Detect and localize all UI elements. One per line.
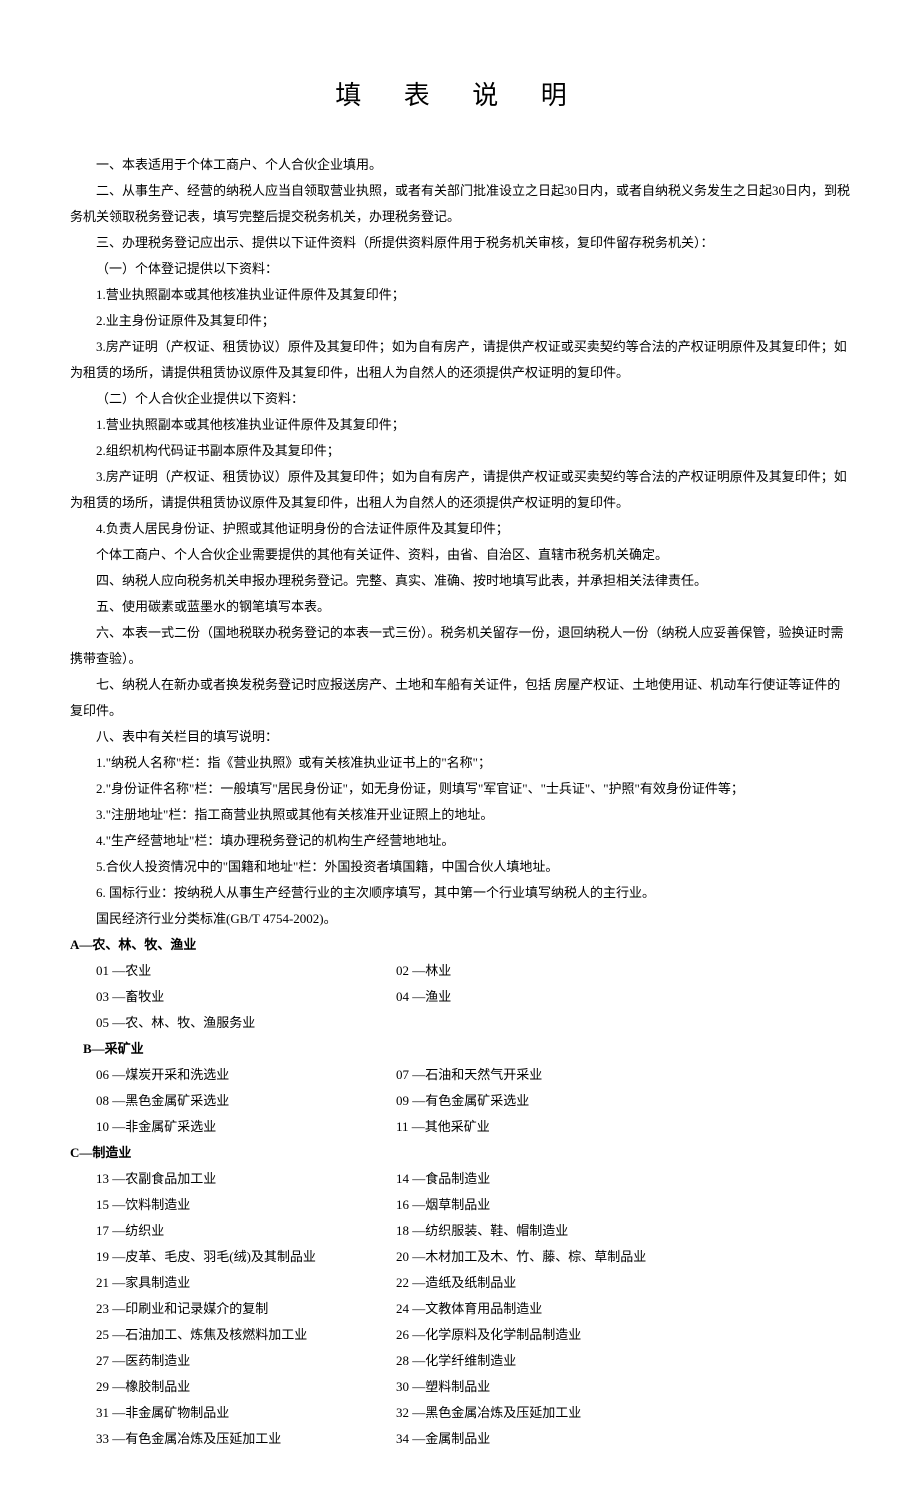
instruction-paragraph: 一、本表适用于个体工商户、个人合伙企业填用。 <box>70 152 850 178</box>
instruction-paragraph: 5.合伙人投资情况中的"国籍和地址"栏：外国投资者填国籍，中国合伙人填地址。 <box>70 854 850 880</box>
instruction-paragraph: 2.业主身份证原件及其复印件； <box>70 308 850 334</box>
category-item: 03 —畜牧业 <box>96 984 376 1010</box>
category-item: 08 —黑色金属矿采选业 <box>96 1088 376 1114</box>
category-item: 33 —有色金属冶炼及压延加工业 <box>96 1426 376 1452</box>
instruction-paragraph: 4.负责人居民身份证、护照或其他证明身份的合法证件原件及其复印件； <box>70 516 850 542</box>
category-header-c: C—制造业 <box>70 1140 850 1166</box>
instruction-paragraph: 3."注册地址"栏：指工商营业执照或其他有关核准开业证照上的地址。 <box>70 802 850 828</box>
instruction-paragraph: 1.营业执照副本或其他核准执业证件原件及其复印件； <box>70 282 850 308</box>
instruction-paragraph: （二）个人合伙企业提供以下资料： <box>70 386 850 412</box>
category-item: 05 —农、林、牧、渔服务业 <box>96 1010 376 1036</box>
instruction-paragraph: 3.房产证明（产权证、租赁协议）原件及其复印件；如为自有房产，请提供产权证或买卖… <box>70 334 850 386</box>
category-grid-a: 01 —农业 02 —林业 03 —畜牧业 04 —渔业 05 —农、林、牧、渔… <box>70 958 850 1036</box>
category-item: 20 —木材加工及木、竹、藤、棕、草制品业 <box>396 1244 850 1270</box>
instruction-paragraph: 六、本表一式二份（国地税联办税务登记的本表一式三份）。税务机关留存一份，退回纳税… <box>70 620 850 672</box>
category-item: 22 —造纸及纸制品业 <box>396 1270 850 1296</box>
category-item: 19 —皮革、毛皮、羽毛(绒)及其制品业 <box>96 1244 376 1270</box>
instruction-paragraph: 国民经济行业分类标准(GB/T 4754-2002)。 <box>70 906 850 932</box>
instruction-paragraph: 1.营业执照副本或其他核准执业证件原件及其复印件； <box>70 412 850 438</box>
category-item: 11 —其他采矿业 <box>396 1114 850 1140</box>
instruction-paragraph: 2.组织机构代码证书副本原件及其复印件； <box>70 438 850 464</box>
instruction-paragraph: 七、纳税人在新办或者换发税务登记时应报送房产、土地和车船有关证件，包括 房屋产权… <box>70 672 850 724</box>
category-item: 02 —林业 <box>396 958 850 984</box>
category-grid-b: 06 —煤炭开采和洗选业 07 —石油和天然气开采业 08 —黑色金属矿采选业 … <box>70 1062 850 1140</box>
category-item: 14 —食品制造业 <box>396 1166 850 1192</box>
category-item: 28 —化学纤维制造业 <box>396 1348 850 1374</box>
category-item: 30 —塑料制品业 <box>396 1374 850 1400</box>
category-item: 04 —渔业 <box>396 984 850 1010</box>
instruction-paragraph: 四、纳税人应向税务机关申报办理税务登记。完整、真实、准确、按时地填写此表，并承担… <box>70 568 850 594</box>
page-title: 填 表 说 明 <box>70 70 850 122</box>
category-item: 15 —饮料制造业 <box>96 1192 376 1218</box>
instruction-paragraph: 三、办理税务登记应出示、提供以下证件资料（所提供资料原件用于税务机关审核，复印件… <box>70 230 850 256</box>
category-item: 26 —化学原料及化学制品制造业 <box>396 1322 850 1348</box>
category-item: 10 —非金属矿采选业 <box>96 1114 376 1140</box>
category-grid-c: 13 —农副食品加工业 14 —食品制造业 15 —饮料制造业 16 —烟草制品… <box>70 1166 850 1452</box>
category-item: 23 —印刷业和记录媒介的复制 <box>96 1296 376 1322</box>
instruction-paragraph: 五、使用碳素或蓝墨水的钢笔填写本表。 <box>70 594 850 620</box>
category-item: 13 —农副食品加工业 <box>96 1166 376 1192</box>
instruction-paragraph: （一）个体登记提供以下资料： <box>70 256 850 282</box>
category-item: 09 —有色金属矿采选业 <box>396 1088 850 1114</box>
category-item: 16 —烟草制品业 <box>396 1192 850 1218</box>
category-item: 07 —石油和天然气开采业 <box>396 1062 850 1088</box>
instruction-paragraph: 八、表中有关栏目的填写说明： <box>70 724 850 750</box>
category-header-a: A—农、林、牧、渔业 <box>70 932 850 958</box>
instruction-paragraph: 1."纳税人名称"栏：指《营业执照》或有关核准执业证书上的"名称"； <box>70 750 850 776</box>
category-item: 06 —煤炭开采和洗选业 <box>96 1062 376 1088</box>
instruction-paragraph: 4."生产经营地址"栏：填办理税务登记的机构生产经营地地址。 <box>70 828 850 854</box>
instruction-paragraph: 个体工商户、个人合伙企业需要提供的其他有关证件、资料，由省、自治区、直辖市税务机… <box>70 542 850 568</box>
category-item: 34 —金属制品业 <box>396 1426 850 1452</box>
category-item: 21 —家具制造业 <box>96 1270 376 1296</box>
instruction-paragraph: 2."身份证件名称"栏：一般填写"居民身份证"，如无身份证，则填写"军官证"、"… <box>70 776 850 802</box>
category-item: 32 —黑色金属冶炼及压延加工业 <box>396 1400 850 1426</box>
instruction-paragraph: 3.房产证明（产权证、租赁协议）原件及其复印件；如为自有房产，请提供产权证或买卖… <box>70 464 850 516</box>
category-item: 31 —非金属矿物制品业 <box>96 1400 376 1426</box>
category-item: 29 —橡胶制品业 <box>96 1374 376 1400</box>
category-item: 27 —医药制造业 <box>96 1348 376 1374</box>
category-header-b: B—采矿业 <box>70 1036 850 1062</box>
category-item: 01 —农业 <box>96 958 376 984</box>
category-item: 25 —石油加工、炼焦及核燃料加工业 <box>96 1322 376 1348</box>
category-item: 17 —纺织业 <box>96 1218 376 1244</box>
instruction-paragraph: 二、从事生产、经营的纳税人应当自领取营业执照，或者有关部门批准设立之日起30日内… <box>70 178 850 230</box>
instruction-paragraph: 6. 国标行业：按纳税人从事生产经营行业的主次顺序填写，其中第一个行业填写纳税人… <box>70 880 850 906</box>
category-item: 18 —纺织服装、鞋、帽制造业 <box>396 1218 850 1244</box>
category-item: 24 —文教体育用品制造业 <box>396 1296 850 1322</box>
